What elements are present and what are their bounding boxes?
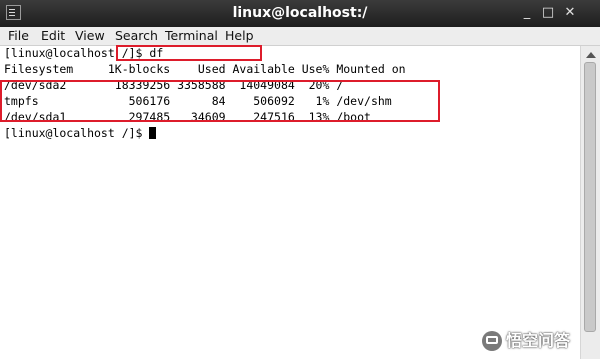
- df-header-row: Filesystem 1K-blocks Used Available Use%…: [4, 62, 406, 76]
- watermark-text: 悟空问答: [506, 331, 571, 350]
- minimize-button[interactable]: _: [518, 4, 536, 22]
- terminal-window: linux@localhost:/ _ □ ✕ File Edit View S…: [0, 0, 600, 359]
- menu-edit[interactable]: Edit: [41, 27, 65, 45]
- scrollbar-thumb[interactable]: [584, 62, 596, 332]
- maximize-button[interactable]: □: [539, 4, 557, 22]
- prompt-line: [linux@localhost /]$: [4, 126, 157, 140]
- menu-file[interactable]: File: [8, 27, 29, 45]
- watermark: 悟空问答: [482, 330, 596, 354]
- menu-bar: File Edit View Search Terminal Help: [0, 27, 600, 46]
- command-highlight-box: [116, 45, 262, 61]
- menu-search[interactable]: Search: [115, 27, 158, 45]
- window-title: linux@localhost:/: [232, 5, 368, 21]
- prompt-text: [linux@localhost /]$: [4, 126, 150, 140]
- scroll-up-arrow-icon[interactable]: [586, 52, 596, 58]
- text-cursor: [149, 127, 157, 139]
- vertical-scrollbar[interactable]: [580, 46, 600, 359]
- menu-view[interactable]: View: [75, 27, 105, 45]
- menu-terminal[interactable]: Terminal: [165, 27, 218, 45]
- menu-help[interactable]: Help: [225, 27, 254, 45]
- chat-bubble-icon: [482, 331, 502, 351]
- close-button[interactable]: ✕: [561, 4, 579, 22]
- title-bar[interactable]: linux@localhost:/ _ □ ✕: [0, 0, 600, 27]
- output-highlight-box: [0, 80, 440, 122]
